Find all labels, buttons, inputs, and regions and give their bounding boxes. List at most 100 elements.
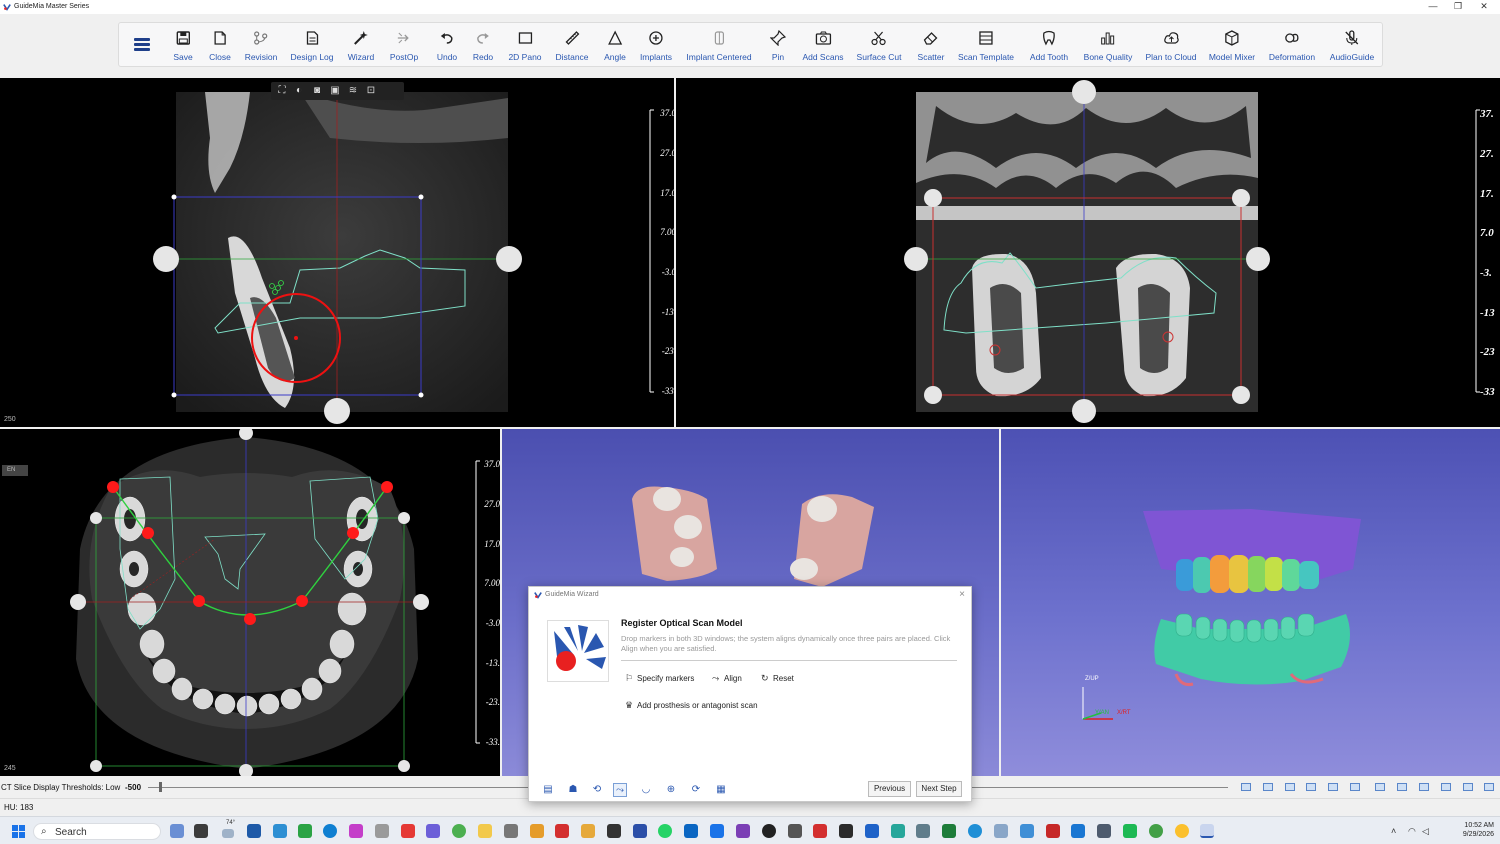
- taskbar-app-icon[interactable]: [1097, 824, 1111, 838]
- sagittal-viewport[interactable]: 250 37.0 27.0 17.0 7.00 -3.0 -13. -23. -…: [0, 78, 674, 427]
- media-player-icon[interactable]: [762, 824, 776, 838]
- layout-icon[interactable]: [1241, 783, 1251, 791]
- taskbar-app-icon[interactable]: [581, 824, 595, 838]
- palette-icon[interactable]: ◐: [293, 85, 305, 97]
- taskbar-app-icon[interactable]: [1071, 824, 1085, 838]
- whatsapp-icon[interactable]: [658, 824, 672, 838]
- weather-temp[interactable]: 74°: [226, 820, 235, 826]
- taskbar-app-icon[interactable]: [530, 824, 544, 838]
- tray-chevron-icon[interactable]: ˄: [1391, 826, 1396, 836]
- layout-icon[interactable]: [1441, 783, 1451, 791]
- save-button[interactable]: Save: [173, 30, 193, 62]
- taskbar-app-icon[interactable]: [994, 824, 1008, 838]
- taskbar-app-icon[interactable]: [298, 824, 312, 838]
- step-report-icon[interactable]: ▦: [714, 783, 728, 797]
- guidemia-taskbar-icon[interactable]: [1200, 824, 1214, 838]
- taskbar-app-icon[interactable]: [891, 824, 905, 838]
- taskbar-search[interactable]: ⌕ Search: [33, 823, 161, 840]
- wifi-icon[interactable]: ◠: [1408, 826, 1416, 837]
- volume-icon[interactable]: ◁: [1422, 826, 1429, 837]
- threshold-slider-handle[interactable]: [159, 782, 162, 792]
- step-refresh-icon[interactable]: ⟳: [689, 783, 703, 797]
- step-align-icon[interactable]: ⤳: [613, 783, 627, 797]
- step-tooth-icon[interactable]: ☗: [566, 783, 580, 797]
- taskbar-app-icon[interactable]: [504, 824, 518, 838]
- taskbar-app-icon[interactable]: [788, 824, 802, 838]
- plan-to-cloud-button[interactable]: Plan to Cloud: [1145, 30, 1197, 62]
- scatter-button[interactable]: Scatter: [918, 30, 944, 62]
- wizard-close-icon[interactable]: ×: [959, 589, 965, 600]
- hamburger-menu-icon[interactable]: [134, 38, 150, 52]
- taskbar-app-icon[interactable]: [349, 824, 363, 838]
- taskbar-app-icon[interactable]: [194, 824, 208, 838]
- step-arch-icon[interactable]: ◡: [639, 783, 653, 797]
- layout-icon[interactable]: [1350, 783, 1360, 791]
- orientation-tag[interactable]: EN: [2, 465, 28, 476]
- taskbar-app-icon[interactable]: [968, 824, 982, 838]
- pano-button[interactable]: 2D Pano: [508, 30, 542, 62]
- minimize-button[interactable]: —: [1426, 1, 1440, 11]
- taskbar-app-icon[interactable]: [865, 824, 879, 838]
- taskbar-app-icon[interactable]: [555, 824, 569, 838]
- taskbar-app-icon[interactable]: [1123, 824, 1137, 838]
- windows-start-icon[interactable]: [12, 825, 25, 838]
- taskbar-app-icon[interactable]: [170, 824, 184, 838]
- camera-icon[interactable]: ◙: [311, 85, 323, 97]
- add-scans-button[interactable]: Add Scans: [802, 30, 844, 62]
- step-clipboard-icon[interactable]: ▤: [541, 783, 555, 797]
- fullscreen-icon[interactable]: ⛶: [276, 85, 288, 97]
- chrome-icon[interactable]: [1175, 824, 1189, 838]
- implant-centered-button[interactable]: Implant Centered: [686, 30, 752, 62]
- audio-guide-button[interactable]: AudioGuide: [1330, 30, 1374, 62]
- layout-icon[interactable]: [1306, 783, 1316, 791]
- video-icon[interactable]: ▣: [329, 85, 341, 97]
- implants-button[interactable]: Implants: [640, 30, 672, 62]
- revision-button[interactable]: Revision: [245, 30, 277, 62]
- terminal-icon[interactable]: [839, 824, 853, 838]
- layout-icon[interactable]: [1263, 783, 1273, 791]
- postop-button[interactable]: PostOp: [390, 30, 418, 62]
- system-clock[interactable]: 10:52 AM 9/29/2026: [1463, 821, 1494, 839]
- edge-icon[interactable]: [323, 824, 337, 838]
- taskbar-app-icon[interactable]: [607, 824, 621, 838]
- previous-button[interactable]: Previous: [868, 781, 911, 797]
- taskbar-app-icon[interactable]: [273, 824, 287, 838]
- weather-icon[interactable]: [222, 829, 234, 838]
- undo-button[interactable]: Undo: [437, 30, 457, 62]
- taskbar-app-icon[interactable]: [916, 824, 930, 838]
- taskbar-app-icon[interactable]: [426, 824, 440, 838]
- axial-viewport[interactable]: 245 EN 37.0 27.0 17.0 7.00 -3.0 -13. -23…: [0, 429, 500, 776]
- step-scan-icon[interactable]: ⟲: [590, 783, 604, 797]
- scan-3d-viewport[interactable]: Z/UP Y/AN X/RT: [1001, 429, 1500, 776]
- model-mixer-button[interactable]: Model Mixer: [1209, 30, 1255, 62]
- chrome-icon[interactable]: [1149, 824, 1163, 838]
- distance-button[interactable]: Distance: [555, 30, 589, 62]
- layout-icon[interactable]: [1397, 783, 1407, 791]
- layout-icon[interactable]: [1285, 783, 1295, 791]
- specify-markers-button[interactable]: ⚐ Specify markers: [625, 673, 694, 684]
- align-button[interactable]: ⤳ Align: [712, 673, 742, 684]
- outlook-icon[interactable]: [710, 824, 724, 838]
- taskbar-app-icon[interactable]: [401, 824, 415, 838]
- layout-icon[interactable]: [1484, 783, 1494, 791]
- design-log-button[interactable]: Design Log: [290, 30, 334, 62]
- acrobat-icon[interactable]: [813, 824, 827, 838]
- layout-icon[interactable]: [1375, 783, 1385, 791]
- taskbar-app-icon[interactable]: [1020, 824, 1034, 838]
- file-explorer-icon[interactable]: [478, 824, 492, 838]
- scan-template-button[interactable]: Scan Template: [958, 30, 1014, 62]
- add-tooth-button[interactable]: Add Tooth: [1030, 30, 1068, 62]
- taskbar-app-icon[interactable]: [247, 824, 261, 838]
- close-button[interactable]: Close: [209, 30, 231, 62]
- surface-cut-button[interactable]: Surface Cut: [857, 30, 901, 62]
- taskbar-app-icon[interactable]: [1046, 824, 1060, 838]
- next-step-button[interactable]: Next Step: [916, 781, 962, 797]
- chrome-icon[interactable]: [452, 824, 466, 838]
- angle-button[interactable]: Angle: [604, 30, 626, 62]
- visual-studio-icon[interactable]: [736, 824, 750, 838]
- layout-icon[interactable]: [1419, 783, 1429, 791]
- restore-button[interactable]: ❐: [1451, 1, 1465, 12]
- close-window-button[interactable]: ✕: [1477, 1, 1491, 12]
- vscode-icon[interactable]: [684, 824, 698, 838]
- pin-button[interactable]: Pin: [770, 30, 786, 62]
